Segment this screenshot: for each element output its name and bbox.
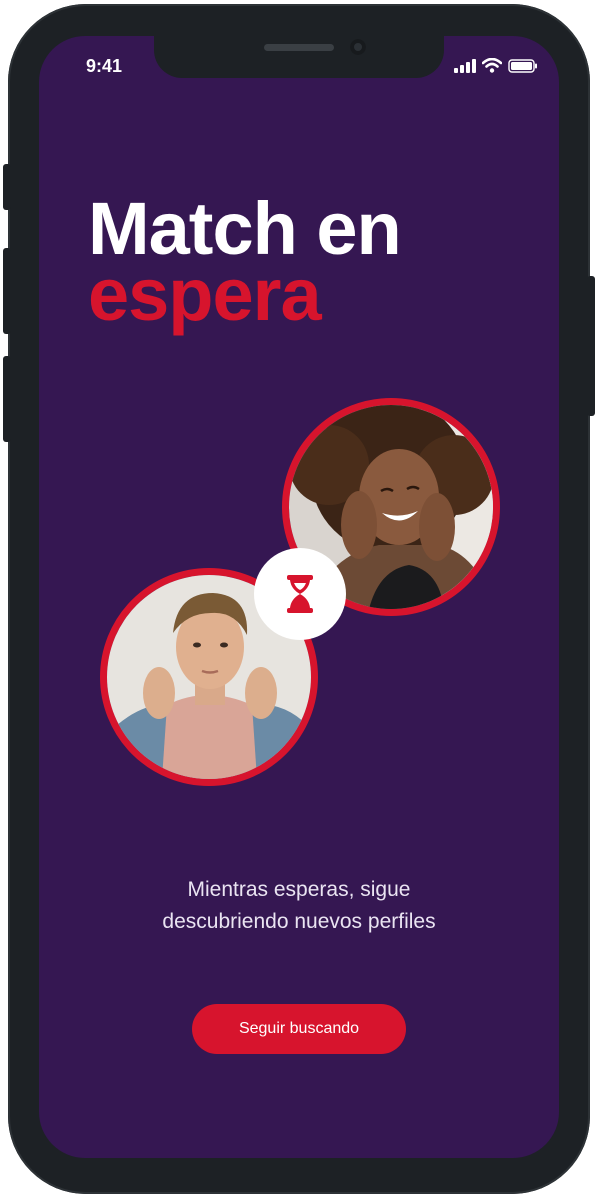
hourglass-badge: [254, 548, 346, 640]
wifi-icon: [482, 58, 502, 73]
speaker: [264, 44, 334, 51]
silent-switch: [3, 164, 11, 210]
volume-down-button: [3, 356, 11, 442]
title-line-2: espera: [88, 253, 322, 336]
status-time: 9:41: [86, 56, 123, 76]
volume-up-button: [3, 248, 11, 334]
wait-message-line-1: Mientras esperas, sigue: [187, 878, 411, 901]
front-camera: [350, 39, 366, 55]
keep-searching-button[interactable]: Seguir buscando: [192, 1004, 406, 1054]
battery-icon: [508, 58, 537, 73]
wait-message-line-2: descubriendo nuevos perfiles: [162, 910, 436, 933]
wait-message: Mientras esperas, sigue descubriendo nue…: [120, 874, 478, 938]
power-button: [587, 276, 595, 416]
status-icons: [454, 58, 538, 73]
hourglass-icon: [287, 575, 313, 613]
notch: [154, 36, 444, 78]
signal-icon: [454, 58, 476, 73]
